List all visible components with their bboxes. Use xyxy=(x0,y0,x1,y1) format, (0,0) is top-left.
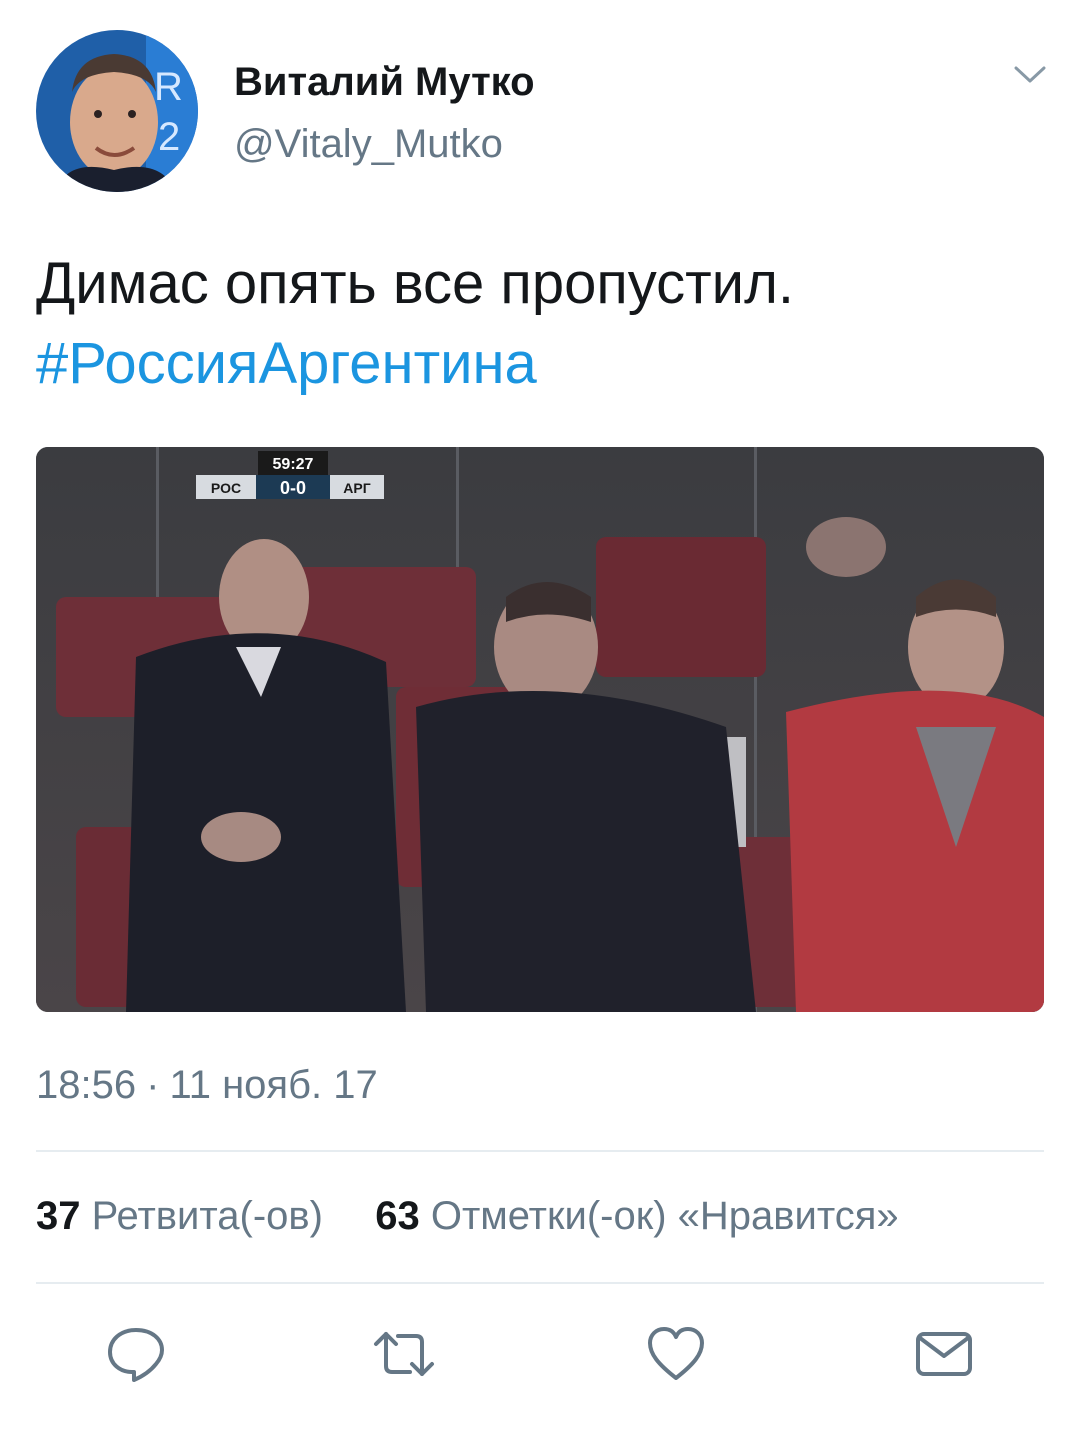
svg-text:2: 2 xyxy=(158,115,180,159)
tweet-time: 18:56 xyxy=(36,1063,137,1107)
retweets-stat[interactable]: 37 Ретвита(-ов) xyxy=(36,1194,334,1238)
author-display-name[interactable]: Виталий Мутко xyxy=(234,60,535,105)
likes-stat[interactable]: 63 Отметки(-ок) «Нравится» xyxy=(375,1194,898,1238)
avatar[interactable]: R 2 xyxy=(36,30,198,192)
retweet-icon[interactable] xyxy=(372,1322,436,1386)
tweet-text: Димас опять все пропустил. #РоссияАргент… xyxy=(36,244,1046,404)
hashtag-link[interactable]: #РоссияАргентина xyxy=(36,324,1046,404)
tweet-stats: 37 Ретвита(-ов) 63 Отметки(-ок) «Нравитс… xyxy=(36,1194,899,1239)
tweet-timestamp[interactable]: 18:56 · 11 нояб. 17 xyxy=(36,1063,378,1108)
retweets-count: 37 xyxy=(36,1194,81,1238)
likes-count: 63 xyxy=(375,1194,420,1238)
like-icon[interactable] xyxy=(644,1322,708,1386)
retweets-label: Ретвита(-ов) xyxy=(91,1194,323,1238)
scoreboard-clock: 59:27 xyxy=(273,456,314,473)
divider xyxy=(36,1150,1044,1152)
scoreboard-away: АРГ xyxy=(343,480,370,496)
author-handle[interactable]: @Vitaly_Mutko xyxy=(234,122,503,167)
likes-label: Отметки(-ок) «Нравится» xyxy=(430,1194,899,1238)
divider xyxy=(36,1282,1044,1284)
tweet-date: 11 нояб. 17 xyxy=(169,1063,378,1107)
tweet-body: Димас опять все пропустил. xyxy=(36,251,795,316)
svg-text:R: R xyxy=(154,65,183,109)
message-icon[interactable] xyxy=(912,1322,976,1386)
scoreboard-score: 0-0 xyxy=(280,478,306,498)
tweet-media[interactable]: 59:27 РОС 0-0 АРГ xyxy=(36,447,1044,1012)
reply-icon[interactable] xyxy=(104,1322,168,1386)
chevron-down-icon[interactable] xyxy=(1010,60,1050,90)
scoreboard-home: РОС xyxy=(211,480,241,496)
timestamp-separator: · xyxy=(146,1063,160,1107)
